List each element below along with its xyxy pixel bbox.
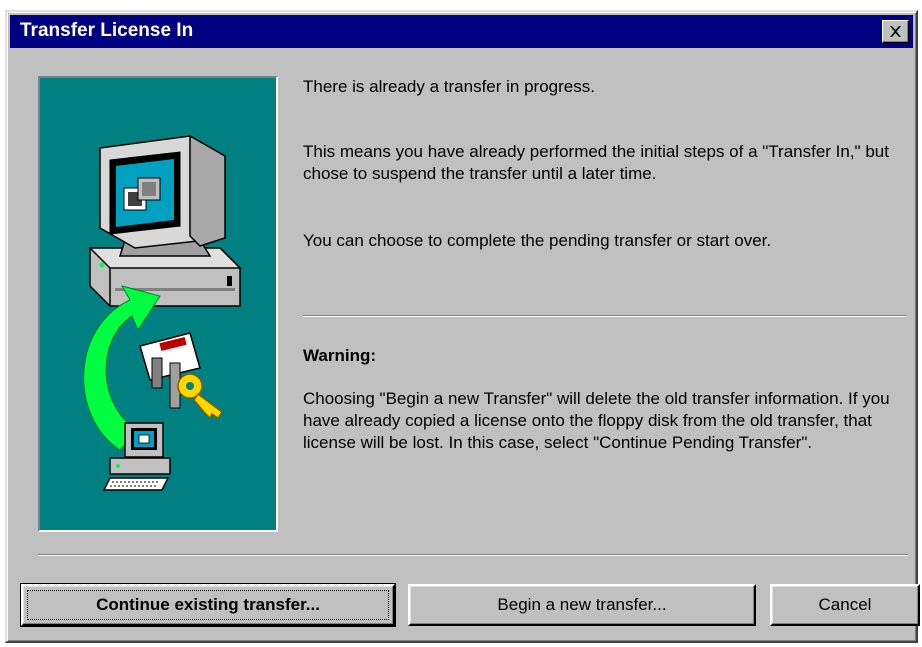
close-button[interactable]: [882, 20, 909, 43]
computer-icon: [88, 134, 242, 307]
transfer-license-dialog: Transfer License In There is already a t…: [5, 10, 920, 643]
keys-icon: [139, 332, 224, 420]
status-message: There is already a transfer in progress.: [303, 77, 595, 96]
begin-new-transfer-label: Begin a new transfer...: [497, 595, 667, 614]
cancel-button[interactable]: Cancel: [770, 584, 920, 626]
window-title: Transfer License In: [20, 20, 194, 41]
choice-message: You can choose to complete the pending t…: [303, 231, 772, 250]
button-divider: [38, 554, 908, 556]
title-bar[interactable]: Transfer License In: [10, 15, 913, 48]
content-divider: [303, 315, 906, 317]
transfer-illustration: [38, 76, 278, 532]
begin-new-transfer-button[interactable]: Begin a new transfer...: [408, 584, 756, 626]
warning-heading: Warning:: [303, 346, 377, 365]
continue-transfer-button[interactable]: Continue existing transfer...: [20, 583, 396, 627]
close-icon: [890, 26, 901, 37]
cancel-label: Cancel: [818, 595, 872, 614]
continue-transfer-label: Continue existing transfer...: [96, 595, 320, 614]
explanation-message: This means you have already performed th…: [303, 142, 889, 183]
warning-message: Choosing "Begin a new Transfer" will del…: [303, 389, 890, 452]
